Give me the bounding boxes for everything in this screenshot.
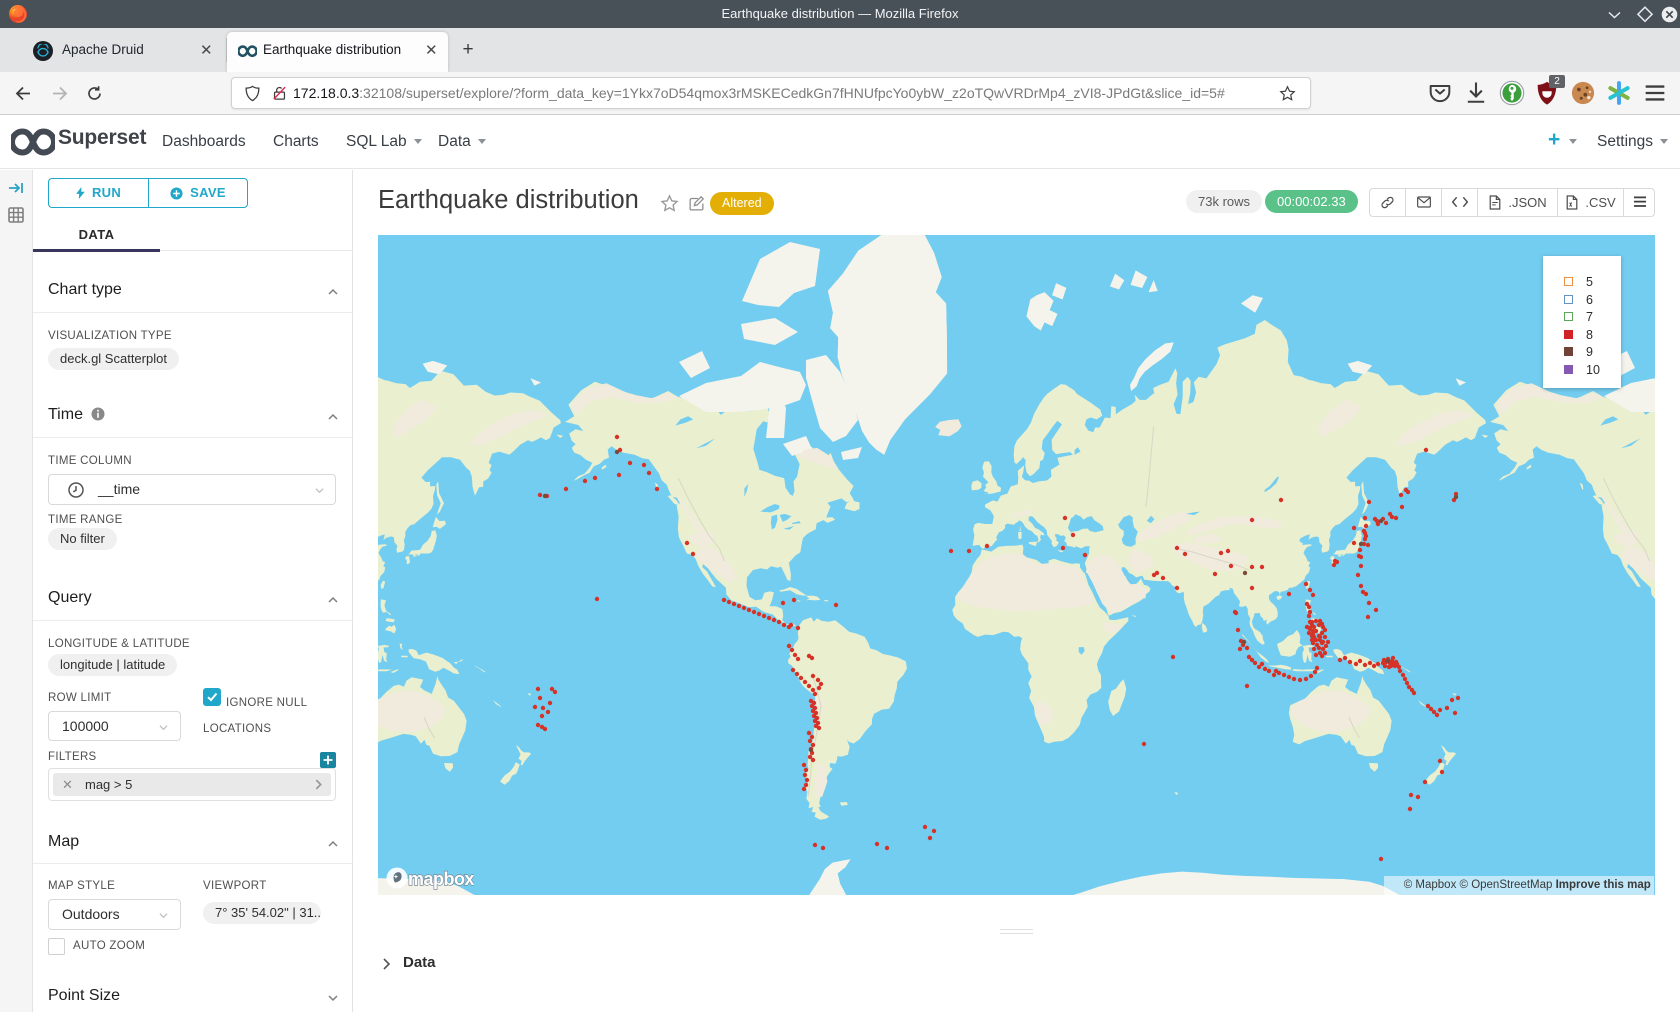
- svg-text:mapbox: mapbox: [408, 869, 474, 889]
